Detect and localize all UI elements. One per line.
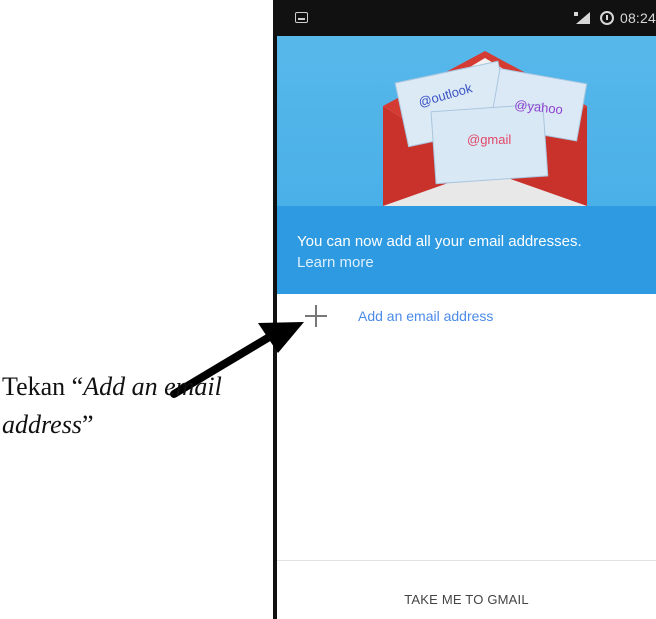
welcome-banner: @outlook @yahoo @gmail You can now add a…	[277, 36, 656, 294]
annotation-suffix: ”	[81, 410, 94, 439]
banner-message: You can now add all your email addresses…	[297, 233, 582, 250]
notification-icon	[295, 12, 308, 23]
add-email-address-label: Add an email address	[358, 308, 494, 324]
status-bar: 08:24	[277, 0, 656, 36]
phone-screen: 08:24 @outlook @yahoo @gmail You can now…	[277, 0, 656, 619]
gmail-label: @gmail	[467, 132, 511, 147]
alarm-icon	[599, 11, 614, 25]
footer-divider	[277, 560, 656, 561]
take-me-to-gmail-button[interactable]: TAKE ME TO GMAIL	[277, 592, 656, 607]
status-time: 08:24	[619, 10, 656, 26]
signal-icon	[573, 12, 590, 24]
annotation-prefix: Tekan “	[2, 372, 84, 401]
status-right: 08:24	[573, 9, 656, 27]
annotation-text: Tekan “Add an email address”	[2, 368, 262, 444]
envelope-illustration: @outlook @yahoo @gmail	[383, 51, 588, 206]
add-email-address-row[interactable]: Add an email address	[277, 294, 656, 350]
learn-more-link[interactable]: Learn more	[297, 254, 374, 271]
